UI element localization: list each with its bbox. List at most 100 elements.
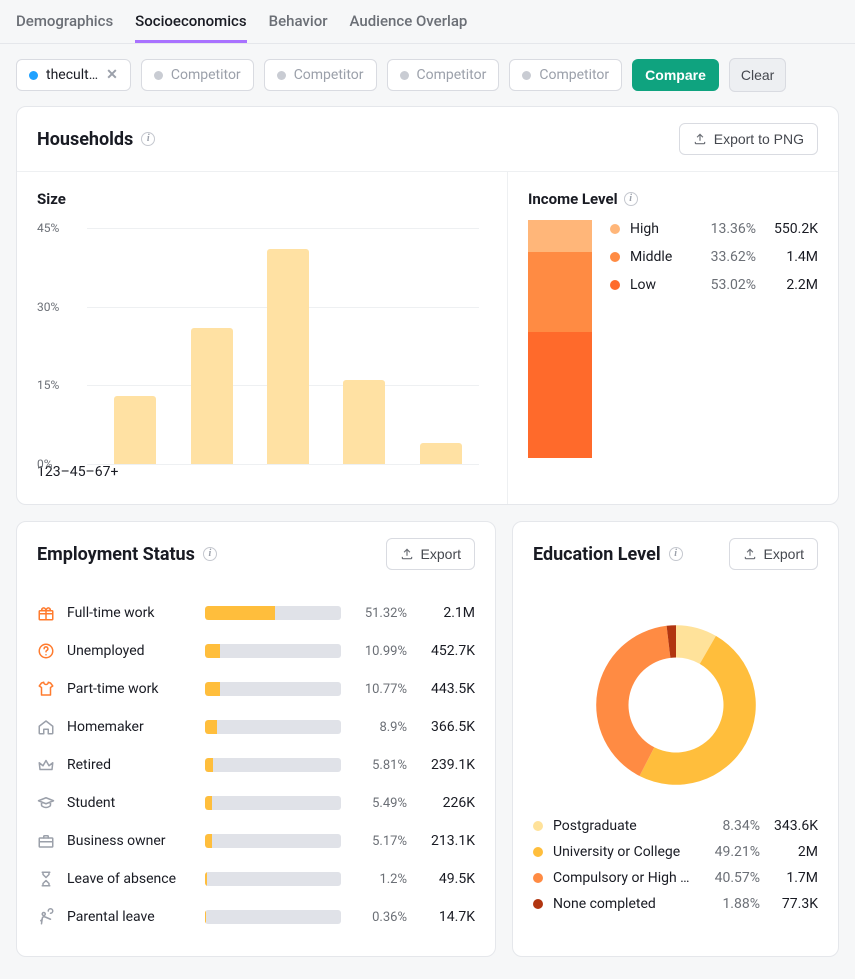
y-tick-label: 15% — [37, 378, 59, 392]
tabs: Demographics Socioeconomics Behavior Aud… — [0, 0, 855, 44]
pill-dot-icon — [522, 71, 531, 80]
x-tick-label: 5–6 — [78, 464, 103, 480]
info-icon[interactable]: i — [203, 547, 217, 561]
export-label: Export — [764, 546, 804, 562]
info-icon[interactable]: i — [669, 547, 683, 561]
compare-button[interactable]: Compare — [632, 59, 719, 91]
pill-label: Competitor — [539, 67, 609, 83]
size-bar — [114, 396, 156, 464]
pill-dot-icon — [400, 71, 409, 80]
export-button[interactable]: Export — [729, 538, 818, 570]
employment-value: 213.1K — [419, 833, 475, 849]
income-segment — [528, 332, 592, 458]
size-panel: Size 0%15%30%45%123–45–67+ — [17, 172, 508, 504]
employment-bar — [205, 720, 341, 734]
income-segment — [528, 252, 592, 332]
legend-dot-icon — [610, 224, 620, 234]
employment-percent: 0.36% — [353, 910, 407, 925]
employment-row: Business owner5.17%213.1K — [37, 822, 475, 860]
competitor-pill[interactable]: Competitor — [264, 59, 377, 91]
legend-row: High13.36%550.2K — [610, 221, 818, 237]
size-label: Size — [37, 190, 487, 208]
competitor-pill[interactable]: Competitor — [141, 59, 254, 91]
legend-percent: 49.21% — [702, 844, 760, 860]
legend-name: None completed — [553, 896, 702, 912]
employment-title: Employment Status i — [37, 544, 217, 565]
legend-percent: 1.88% — [702, 896, 760, 912]
legend-dot-icon — [533, 873, 543, 883]
employment-row: Leave of absence 1.2% 49.5K — [37, 860, 475, 898]
legend-value: 2.2M — [756, 277, 818, 293]
employment-value: 366.5K — [419, 719, 475, 735]
employment-percent: 5.49% — [353, 796, 407, 811]
income-segment — [528, 220, 592, 252]
upload-icon — [693, 132, 707, 146]
employment-value: 49.5K — [419, 871, 475, 887]
employment-row: Unemployed 10.99% 452.7K — [37, 632, 475, 670]
cap-icon — [37, 794, 55, 812]
employment-value: 443.5K — [419, 681, 475, 697]
legend-name: Low — [630, 277, 696, 293]
employment-bar — [205, 644, 341, 658]
employment-percent: 51.32% — [353, 606, 407, 621]
tab-socioeconomics[interactable]: Socioeconomics — [135, 12, 246, 43]
education-card: Education Level i Export Postgraduate8.3… — [512, 521, 839, 957]
employment-name: Retired — [67, 757, 193, 773]
export-label: Export to PNG — [714, 131, 804, 147]
baby-icon — [37, 908, 55, 926]
education-title-text: Education Level — [533, 544, 661, 565]
export-to-png-button[interactable]: Export to PNG — [679, 123, 818, 155]
income-label-text: Income Level — [528, 190, 618, 208]
employment-name: Student — [67, 795, 193, 811]
employment-value: 452.7K — [419, 643, 475, 659]
legend-name: Middle — [630, 249, 696, 265]
employment-name: Unemployed — [67, 643, 193, 659]
competitor-pill[interactable]: Competitor — [509, 59, 622, 91]
competitor-pill[interactable]: Competitor — [387, 59, 500, 91]
info-icon[interactable]: i — [624, 192, 638, 206]
legend-percent: 53.02% — [696, 277, 756, 293]
employment-row: Retired5.81%239.1K — [37, 746, 475, 784]
size-bar-chart: 0%15%30%45% — [37, 214, 487, 464]
households-title-text: Households — [37, 129, 133, 150]
employment-name: Full-time work — [67, 605, 193, 621]
employment-bar — [205, 758, 341, 772]
employment-value: 239.1K — [419, 757, 475, 773]
legend-dot-icon — [533, 821, 543, 831]
clear-button[interactable]: Clear — [729, 58, 786, 92]
info-icon[interactable]: i — [141, 132, 155, 146]
legend-row: Middle33.62%1.4M — [610, 249, 818, 265]
legend-name: Postgraduate — [553, 818, 702, 834]
hourglass-icon — [37, 870, 55, 888]
tab-audience-overlap[interactable]: Audience Overlap — [350, 12, 468, 43]
employment-bar — [205, 796, 341, 810]
employment-row: Parental leave0.36%14.7K — [37, 898, 475, 936]
legend-value: 343.6K — [760, 818, 818, 834]
employment-name: Homemaker — [67, 719, 193, 735]
legend-value: 1.4M — [756, 249, 818, 265]
competitor-pill-selected[interactable]: thecult… ✕ — [16, 59, 131, 91]
employment-name: Leave of absence — [67, 871, 193, 887]
legend-dot-icon — [533, 847, 543, 857]
households-card: Households i Export to PNG Size 0%15%30%… — [16, 106, 839, 505]
legend-dot-icon — [533, 899, 543, 909]
pill-label: thecult… — [46, 67, 98, 83]
close-icon[interactable]: ✕ — [106, 67, 118, 83]
employment-row: Part-time work10.77%443.5K — [37, 670, 475, 708]
export-button[interactable]: Export — [386, 538, 475, 570]
legend-name: University or College — [553, 844, 702, 860]
education-donut-chart — [581, 610, 771, 800]
employment-percent: 1.2% — [353, 872, 407, 887]
employment-percent: 10.99% — [353, 644, 407, 659]
employment-value: 2.1M — [419, 605, 475, 621]
pill-label: Competitor — [171, 67, 241, 83]
employment-row: Student5.49%226K — [37, 784, 475, 822]
households-title: Households i — [37, 129, 155, 150]
legend-percent: 13.36% — [696, 221, 756, 237]
tab-behavior[interactable]: Behavior — [269, 12, 328, 43]
legend-percent: 33.62% — [696, 249, 756, 265]
crown-icon — [37, 756, 55, 774]
tab-demographics[interactable]: Demographics — [16, 12, 113, 43]
legend-dot-icon — [610, 252, 620, 262]
education-legend: Postgraduate8.34%343.6KUniversity or Col… — [533, 818, 818, 912]
